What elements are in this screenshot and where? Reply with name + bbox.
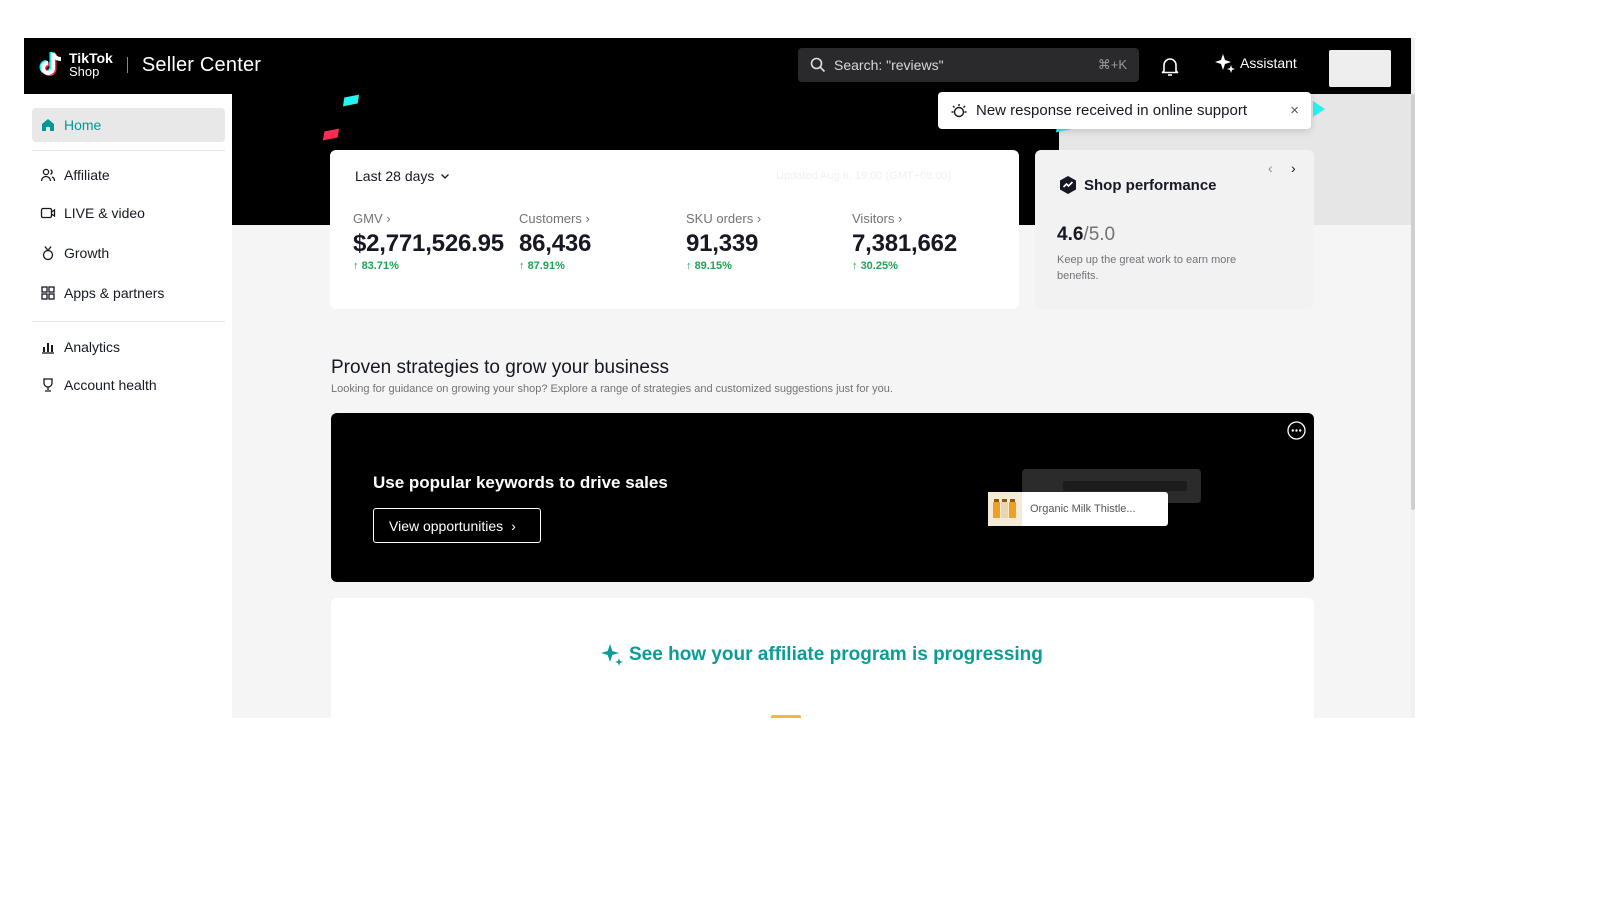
arrow-up-icon: ↑ xyxy=(852,260,858,272)
toast-message: New response received in online support xyxy=(976,102,1247,119)
sidebar-item-label: Account health xyxy=(64,377,157,393)
section-title: Proven strategies to grow your business xyxy=(331,357,669,378)
brand-divider xyxy=(126,57,128,73)
metric-change: 83.71% xyxy=(361,260,399,272)
sparkle-icon xyxy=(601,644,623,666)
trophy-icon xyxy=(43,378,53,392)
app-title: Seller Center xyxy=(141,53,262,76)
apps-icon xyxy=(41,286,55,300)
updated-timestamp: Updated Aug 6, 19:00 (GMT+08:00) xyxy=(776,170,952,182)
sidebar-item-analytics[interactable]: Analytics xyxy=(32,330,225,364)
medal-icon xyxy=(42,246,54,261)
sparkle-icon xyxy=(1215,54,1235,73)
metric-sku-orders[interactable]: SKU orders › 91,339 ↑ 89.15% xyxy=(686,211,761,272)
home-icon xyxy=(42,119,54,131)
metric-change: 30.25% xyxy=(860,260,898,272)
sidebar-item-label: Growth xyxy=(64,245,110,261)
sidebar-item-account-health[interactable]: Account health xyxy=(32,368,225,402)
date-range-label: Last 28 days xyxy=(355,168,435,184)
date-range-dropdown[interactable]: Last 28 days xyxy=(355,168,452,184)
sidebar-item-apps-partners[interactable]: Apps & partners xyxy=(32,276,225,310)
metric-value: $2,771,526.95 xyxy=(353,230,504,257)
metric-visitors[interactable]: Visitors › 7,381,662 ↑ 30.25% xyxy=(852,211,957,272)
affiliate-graphic-peek xyxy=(771,715,801,718)
arrow-up-icon: ↑ xyxy=(353,260,359,272)
chevron-right-icon: › xyxy=(511,517,516,534)
sidebar: Home Affiliate LIVE & video Growth Apps … xyxy=(24,94,232,718)
performance-out-of: /5.0 xyxy=(1083,224,1116,245)
tiktok-logo-icon xyxy=(38,50,66,80)
metric-value: 7,381,662 xyxy=(852,230,957,257)
product-thumbnail-icon xyxy=(988,492,1022,526)
sidebar-item-label: LIVE & video xyxy=(64,205,145,221)
chevron-right-icon[interactable]: › xyxy=(1291,160,1296,176)
sidebar-divider xyxy=(32,321,225,322)
metrics-card: Last 28 days Updated Aug 6, 19:00 (GMT+0… xyxy=(330,150,1019,309)
shop-performance-icon xyxy=(1060,176,1076,194)
people-icon xyxy=(40,168,56,182)
seller-center-window: TikTok Shop Seller Center Search: "revie… xyxy=(24,38,1415,718)
scrollbar-thumb[interactable] xyxy=(1411,94,1415,510)
search-icon xyxy=(810,57,826,73)
sidebar-divider xyxy=(32,150,225,151)
keywords-banner: Use popular keywords to drive sales View… xyxy=(331,413,1314,582)
product-name: Organic Milk Thistle... xyxy=(1030,503,1136,515)
banner-heading: Use popular keywords to drive sales xyxy=(373,473,668,492)
section-subtitle: Looking for guidance on growing your sho… xyxy=(331,383,893,395)
chevron-left-icon[interactable]: ‹ xyxy=(1268,160,1273,176)
bell-icon[interactable] xyxy=(1158,54,1182,78)
video-icon xyxy=(40,207,56,219)
search-shortcut: ⌘+K xyxy=(1097,57,1127,72)
chevron-down-icon xyxy=(441,174,450,179)
chevron-right-icon: › xyxy=(898,211,903,226)
metric-label: SKU orders xyxy=(686,211,754,226)
brand[interactable]: TikTok Shop Seller Center xyxy=(38,50,261,80)
search-placeholder: Search: "reviews" xyxy=(834,57,944,73)
support-notification-toast[interactable]: New response received in online support … xyxy=(938,92,1311,129)
chevron-right-icon: › xyxy=(585,211,590,226)
arrow-up-icon: ↑ xyxy=(686,260,692,272)
top-bar: TikTok Shop Seller Center Search: "revie… xyxy=(24,38,1411,94)
affiliate-progress-card: See how your affiliate program is progre… xyxy=(331,598,1314,718)
sidebar-item-label: Analytics xyxy=(64,339,121,355)
metric-label: Visitors xyxy=(852,211,895,226)
confetti-decoration xyxy=(1313,101,1325,117)
performance-score: 4.6 xyxy=(1057,224,1084,245)
sidebar-item-live-video[interactable]: LIVE & video xyxy=(32,196,225,230)
metric-gmv[interactable]: GMV › $2,771,526.95 ↑ 83.71% xyxy=(353,211,504,272)
view-opportunities-button[interactable]: View opportunities › xyxy=(373,508,541,543)
chevron-right-icon: › xyxy=(756,211,762,226)
search-input[interactable]: Search: "reviews" ⌘+K xyxy=(798,48,1139,82)
sidebar-item-label: Affiliate xyxy=(64,167,110,183)
performance-title: Shop performance xyxy=(1084,176,1217,194)
sidebar-item-affiliate[interactable]: Affiliate xyxy=(32,158,225,192)
assistant-button[interactable]: Assistant xyxy=(1214,52,1297,74)
button-label: View opportunities xyxy=(389,517,504,534)
sidebar-item-home[interactable]: Home xyxy=(32,108,225,142)
affiliate-heading: See how your affiliate program is progre… xyxy=(629,644,1043,665)
sidebar-item-label: Apps & partners xyxy=(64,285,165,301)
sidebar-item-growth[interactable]: Growth xyxy=(32,236,225,270)
shop-performance-card[interactable]: ‹ › Shop performance 4.6/5.0 Keep up the… xyxy=(1035,150,1314,309)
metric-change: 87.91% xyxy=(527,260,565,272)
metric-customers[interactable]: Customers › 86,436 ↑ 87.91% xyxy=(519,211,591,272)
metric-label: GMV xyxy=(353,211,383,226)
support-agent-icon xyxy=(951,103,967,117)
performance-description: Keep up the great work to earn more bene… xyxy=(1057,254,1237,282)
metric-value: 86,436 xyxy=(519,230,592,257)
assistant-label: Assistant xyxy=(1240,55,1297,71)
logo-wordmark: TikTok Shop xyxy=(69,51,113,79)
chevron-right-icon: › xyxy=(386,211,391,226)
more-options-icon[interactable] xyxy=(1287,421,1306,440)
close-icon[interactable]: × xyxy=(1290,102,1299,119)
metric-label: Customers xyxy=(519,211,582,226)
product-chip: Organic Milk Thistle... xyxy=(988,492,1168,526)
sidebar-item-label: Home xyxy=(64,117,102,133)
avatar[interactable] xyxy=(1329,50,1391,87)
logo-line-2: Shop xyxy=(69,64,100,79)
metric-change: 89.15% xyxy=(694,260,732,272)
arrow-up-icon: ↑ xyxy=(519,260,525,272)
chart-icon xyxy=(42,343,54,354)
metric-value: 91,339 xyxy=(686,230,759,257)
